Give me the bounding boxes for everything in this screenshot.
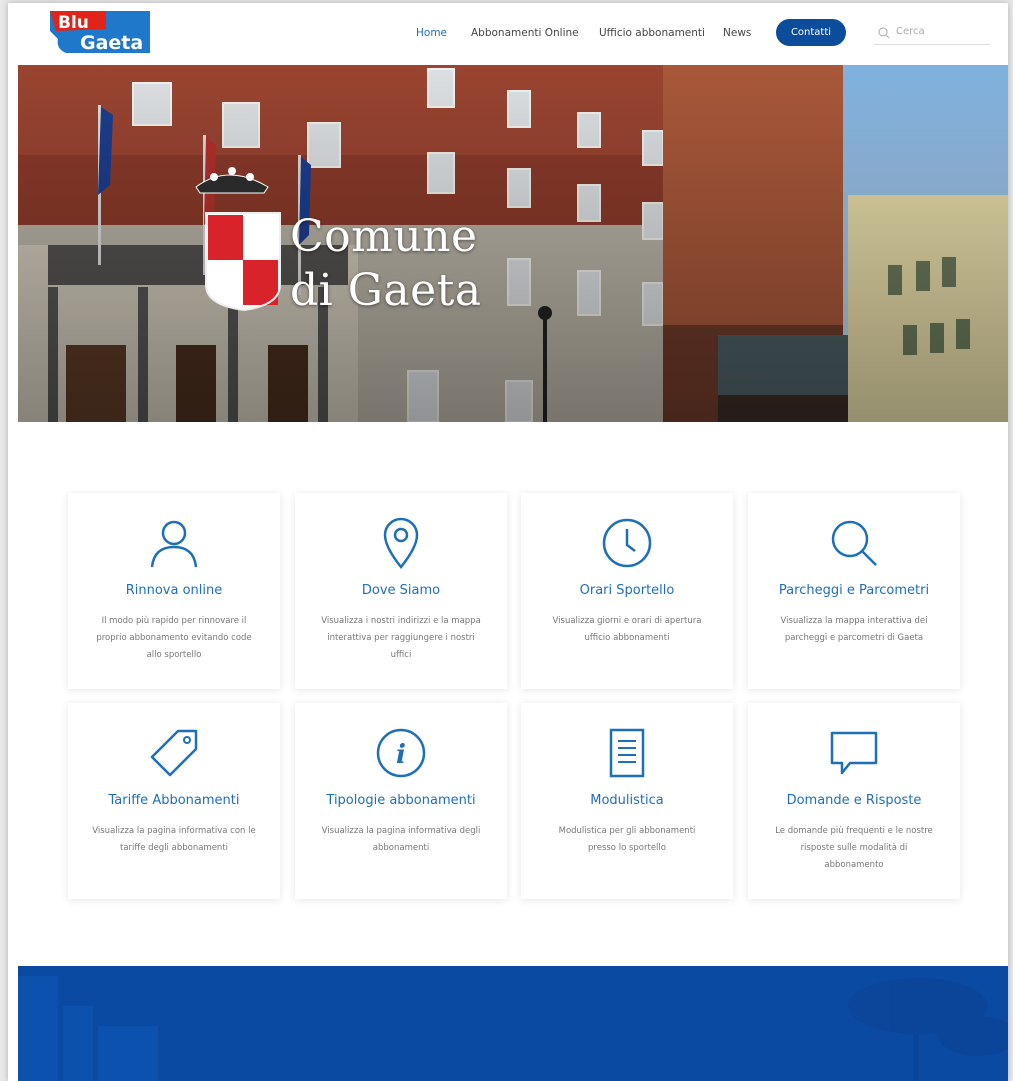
card-domande-risposte[interactable]: Domande e Risposte Le domande più freque… bbox=[748, 703, 960, 899]
logo-text-gaeta: Gaeta bbox=[80, 32, 143, 54]
contatti-button[interactable]: Contatti bbox=[776, 19, 846, 46]
footer-background-image bbox=[18, 966, 1008, 1081]
card-title: Orari Sportello bbox=[579, 583, 675, 598]
hero-title-line1: Comune bbox=[290, 211, 478, 262]
coat-of-arms-icon bbox=[195, 167, 281, 312]
search-icon bbox=[748, 517, 960, 573]
card-title: Dove Siamo bbox=[361, 583, 441, 598]
footer-banner bbox=[18, 966, 1008, 1081]
document-icon bbox=[521, 727, 733, 783]
card-modulistica[interactable]: Modulistica Modulistica per gli abboname… bbox=[521, 703, 733, 899]
card-title: Rinnova online bbox=[125, 583, 223, 598]
card-title: Tipologie abbonamenti bbox=[326, 793, 476, 808]
card-title: Domande e Risposte bbox=[786, 793, 922, 808]
card-title: Parcheggi e Parcometri bbox=[778, 583, 930, 598]
card-tariffe-abbonamenti[interactable]: Tariffe Abbonamenti Visualizza la pagina… bbox=[68, 703, 280, 899]
location-pin-icon bbox=[295, 517, 507, 573]
card-parcheggi-parcometri[interactable]: Parcheggi e Parcometri Visualizza la map… bbox=[748, 493, 960, 689]
site-header: Blu Gaeta Home Abbonamenti Online Uffici… bbox=[8, 3, 1008, 65]
card-description: Visualizza la pagina informativa con le … bbox=[92, 826, 256, 853]
card-title: Tariffe Abbonamenti bbox=[108, 793, 240, 808]
blu-gaeta-logo[interactable]: Blu Gaeta bbox=[46, 9, 154, 55]
card-description: Visualizza i nostri indirizzi e la mappa… bbox=[321, 616, 481, 660]
nav-ufficio-abbonamenti[interactable]: Ufficio abbonamenti bbox=[599, 27, 705, 39]
card-orari-sportello[interactable]: Orari Sportello Visualizza giorni e orar… bbox=[521, 493, 733, 689]
search-placeholder: Cerca bbox=[896, 26, 925, 37]
search-icon bbox=[878, 27, 890, 39]
hero-photo bbox=[18, 65, 1008, 422]
nav-news[interactable]: News bbox=[723, 27, 751, 39]
hero-banner: Comune di Gaeta bbox=[18, 65, 1008, 422]
nav-home[interactable]: Home bbox=[416, 27, 447, 39]
hero-title-line2: di Gaeta bbox=[290, 265, 482, 316]
card-title: Modulistica bbox=[590, 793, 664, 808]
card-description: Modulistica per gli abbonamenti presso l… bbox=[558, 826, 696, 853]
clock-icon bbox=[521, 517, 733, 573]
tag-icon bbox=[68, 727, 280, 783]
page: Blu Gaeta Home Abbonamenti Online Uffici… bbox=[8, 3, 1008, 1081]
user-icon bbox=[68, 517, 280, 573]
card-description: Visualizza giorni e orari di apertura uf… bbox=[552, 616, 702, 643]
logo-text-blu: Blu bbox=[58, 13, 89, 33]
info-icon: i bbox=[295, 727, 507, 783]
card-description: Visualizza la mappa interattiva dei parc… bbox=[780, 616, 928, 643]
card-description: Visualizza la pagina informativa degli a… bbox=[321, 826, 481, 853]
card-description: Le domande più frequenti e le nostre ris… bbox=[775, 826, 933, 870]
nav-abbonamenti-online[interactable]: Abbonamenti Online bbox=[471, 27, 579, 39]
card-rinnova-online[interactable]: Rinnova online Il modo più rapido per ri… bbox=[68, 493, 280, 689]
card-dove-siamo[interactable]: Dove Siamo Visualizza i nostri indirizzi… bbox=[295, 493, 507, 689]
card-description: Il modo più rapido per rinnovare il prop… bbox=[96, 616, 252, 660]
speech-bubble-icon bbox=[748, 727, 960, 783]
card-tipologie-abbonamenti[interactable]: i Tipologie abbonamenti Visualizza la pa… bbox=[295, 703, 507, 899]
search-box[interactable]: Cerca bbox=[874, 21, 990, 45]
svg-text:i: i bbox=[396, 740, 406, 770]
